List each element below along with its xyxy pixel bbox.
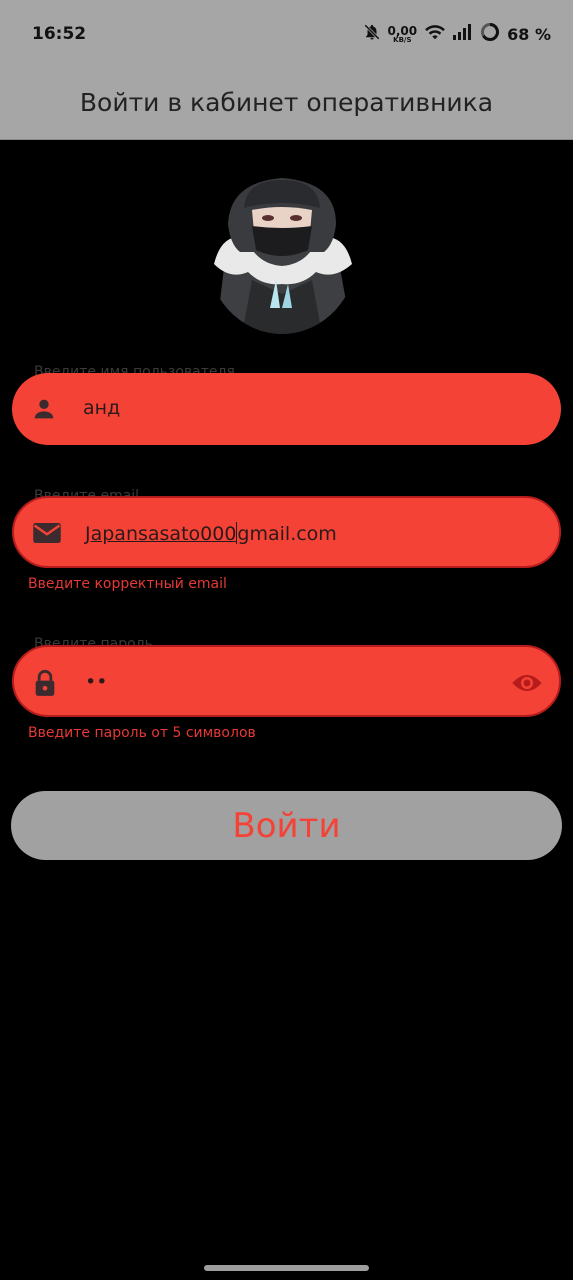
eye-icon[interactable]	[511, 669, 543, 697]
person-icon	[30, 395, 58, 423]
login-button-label: Войти	[232, 805, 341, 846]
username-input[interactable]: анд	[83, 397, 120, 419]
app-bar: Войти в кабинет оперативника	[0, 66, 573, 140]
username-field[interactable]: анд	[12, 373, 561, 445]
status-time: 16:52	[32, 24, 87, 44]
signal-icon	[453, 24, 473, 45]
password-field[interactable]: ••	[12, 645, 561, 717]
net-speed: 0,00 KB/S	[387, 24, 418, 44]
status-icons: 0,00 KB/S 68 %	[363, 22, 551, 47]
email-text-after-cursor: gmail.com	[237, 523, 337, 545]
lock-icon	[32, 669, 60, 697]
email-text-before-cursor: Japansasato000	[85, 523, 237, 545]
email-input[interactable]: Japansasato000gmail.com	[85, 522, 337, 545]
battery-ring-icon	[480, 22, 500, 47]
avatar	[206, 168, 358, 334]
bell-off-icon	[363, 23, 381, 46]
status-bar: 16:52 0,00 KB/S 68 %	[0, 0, 573, 66]
page-title: Войти в кабинет оперативника	[79, 88, 494, 117]
password-error: Введите пароль от 5 символов	[28, 725, 256, 741]
wifi-icon	[424, 23, 446, 46]
email-error: Введите корректный email	[28, 576, 227, 592]
home-indicator[interactable]	[204, 1265, 369, 1271]
email-field[interactable]: Japansasato000gmail.com	[12, 496, 561, 568]
mail-icon	[32, 520, 61, 548]
password-input[interactable]: ••	[85, 671, 107, 693]
battery-percent: 68 %	[507, 25, 551, 44]
login-button[interactable]: Войти	[11, 791, 562, 860]
